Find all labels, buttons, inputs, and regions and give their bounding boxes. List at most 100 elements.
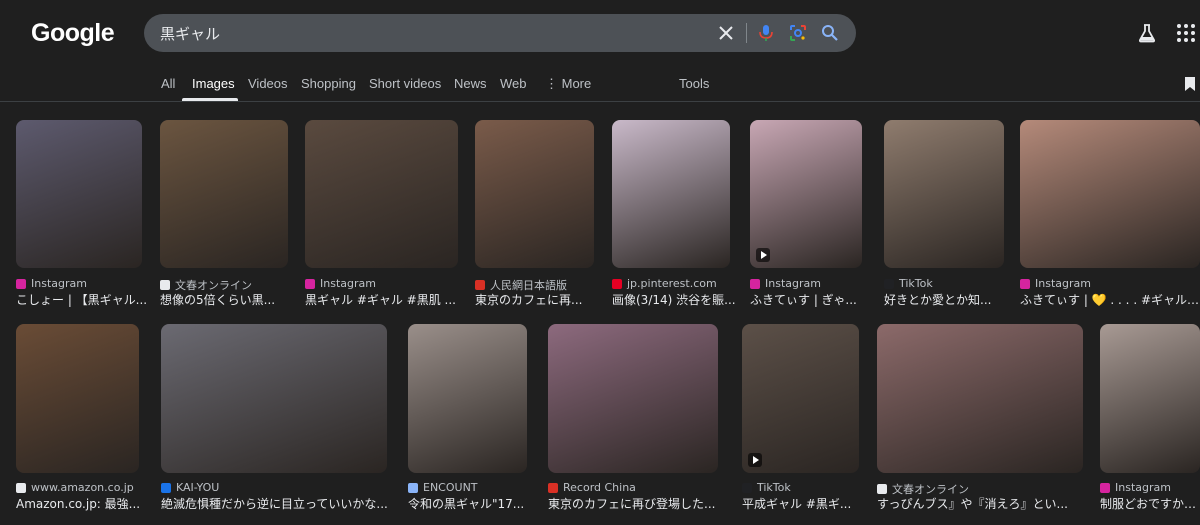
video-play-icon xyxy=(756,248,770,262)
result-thumbnail-image[interactable] xyxy=(877,324,1083,473)
result-source-label: Instagram xyxy=(1035,277,1091,290)
image-result-tile[interactable]: TikTok 好きとか愛とか知... xyxy=(884,120,1004,307)
image-result-tile[interactable]: jp.pinterest.com 画像(3/14) 渋谷を賑... xyxy=(612,120,736,307)
instagram-favicon xyxy=(16,278,26,289)
instagram-favicon xyxy=(1100,482,1110,493)
result-title[interactable]: 東京のカフェに再び登場した... xyxy=(548,495,726,512)
result-source[interactable]: Instagram xyxy=(1100,481,1200,494)
kai-you-favicon xyxy=(161,482,171,493)
result-source[interactable]: jp.pinterest.com xyxy=(612,277,730,290)
image-result-tile[interactable]: Instagram ふきてぃす | ぎゃ... xyxy=(750,120,862,307)
result-title[interactable]: 制服どおですか？... xyxy=(1100,495,1200,512)
lens-icon[interactable] xyxy=(788,23,808,43)
tab-videos[interactable]: Videos xyxy=(248,76,288,91)
image-result-tile[interactable]: Instagram こしょー | 【黒ギャル... xyxy=(16,120,147,307)
result-thumbnail-image[interactable] xyxy=(742,324,859,473)
search-divider xyxy=(746,23,747,43)
labs-icon[interactable] xyxy=(1136,22,1158,44)
result-title[interactable]: 平成ギャル #黒ギ... xyxy=(742,495,867,512)
search-box[interactable] xyxy=(144,14,856,52)
result-source[interactable]: TikTok xyxy=(884,277,1004,290)
google-logo[interactable]: Google xyxy=(31,19,115,48)
saved-bookmark-icon[interactable] xyxy=(1183,76,1197,92)
result-title[interactable]: 絶滅危惧種だから逆に目立っていいかな... xyxy=(161,495,395,512)
result-title[interactable]: 画像(3/14) 渋谷を賑... xyxy=(612,291,738,308)
tab-web[interactable]: Web xyxy=(500,76,527,91)
image-result-tile[interactable]: www.amazon.co.jp Amazon.co.jp: 最強... xyxy=(16,324,140,511)
mic-icon[interactable] xyxy=(756,23,776,43)
result-title[interactable]: 好きとか愛とか知... xyxy=(884,291,1012,308)
result-title[interactable]: こしょー | 【黒ギャル... xyxy=(16,291,150,308)
result-title[interactable]: ふきてぃす | 💛 . . . . #ギャル#黒ギャ xyxy=(1020,291,1200,308)
active-tab-indicator xyxy=(182,98,238,101)
result-thumbnail-image[interactable] xyxy=(16,120,142,268)
image-result-tile[interactable]: 文春オンライン 想像の5倍くらい黒... xyxy=(160,120,288,307)
result-thumbnail-image[interactable] xyxy=(408,324,527,473)
result-source-label: Record China xyxy=(563,481,636,494)
result-source-label: Instagram xyxy=(1115,481,1171,494)
image-result-tile[interactable]: KAI-YOU 絶滅危惧種だから逆に目立っていいかな... xyxy=(161,324,388,511)
tiktok-favicon xyxy=(742,482,752,493)
result-title[interactable]: ふきてぃす | ぎゃ... xyxy=(750,291,870,308)
image-result-tile[interactable]: TikTok 平成ギャル #黒ギ... xyxy=(742,324,859,511)
result-thumbnail-image[interactable] xyxy=(475,120,594,268)
result-title[interactable]: 想像の5倍くらい黒... xyxy=(160,291,296,308)
result-thumbnail-image[interactable] xyxy=(305,120,458,268)
result-source-label: Instagram xyxy=(31,277,87,290)
result-source[interactable]: TikTok xyxy=(742,481,859,494)
result-thumbnail-image[interactable] xyxy=(612,120,730,268)
result-title[interactable]: 黒ギャル #ギャル #黒肌 ... xyxy=(305,291,466,308)
image-result-tile[interactable]: Instagramふきてぃす | 💛 . . . . #ギャル#黒ギャ xyxy=(1020,120,1200,307)
result-thumbnail-image[interactable] xyxy=(16,324,139,473)
result-source[interactable]: Instagram xyxy=(305,277,458,290)
result-thumbnail-image[interactable] xyxy=(884,120,1004,268)
result-source[interactable]: ENCOUNT xyxy=(408,481,527,494)
tab-news[interactable]: News xyxy=(454,76,487,91)
result-source-label: ENCOUNT xyxy=(423,481,478,494)
image-result-tile[interactable]: Record China 東京のカフェに再び登場した... xyxy=(548,324,718,511)
pinterest-favicon xyxy=(612,278,622,289)
result-title[interactable]: 東京のカフェに再... xyxy=(475,291,602,308)
tab-shopping[interactable]: Shopping xyxy=(301,76,356,91)
result-source-label: TikTok xyxy=(757,481,791,494)
result-thumbnail-image[interactable] xyxy=(161,324,387,473)
tab-more[interactable]: ⋮ More xyxy=(545,76,591,92)
image-result-tile[interactable]: Instagram 黒ギャル #ギャル #黒肌 ... xyxy=(305,120,458,307)
header: Google xyxy=(0,0,1200,66)
tab-images[interactable]: Images xyxy=(192,76,235,91)
result-source[interactable]: Instagram xyxy=(16,277,142,290)
result-source[interactable]: Instagram xyxy=(1020,277,1200,290)
result-source[interactable]: KAI-YOU xyxy=(161,481,387,494)
result-source[interactable]: www.amazon.co.jp xyxy=(16,481,139,494)
result-thumbnail-image[interactable] xyxy=(1100,324,1200,473)
result-title[interactable]: Amazon.co.jp: 最強... xyxy=(16,495,147,512)
tab-tools[interactable]: Tools xyxy=(679,76,709,91)
clear-icon[interactable] xyxy=(716,23,736,43)
tab-all[interactable]: All xyxy=(161,76,175,91)
image-result-tile[interactable]: 人民網日本語版 東京のカフェに再... xyxy=(475,120,594,307)
image-result-tile[interactable]: ENCOUNT 令和の黒ギャル"17... xyxy=(408,324,527,511)
image-result-tile[interactable]: Instagram 制服どおですか？... xyxy=(1100,324,1200,511)
result-source[interactable]: Instagram xyxy=(750,277,862,290)
result-source[interactable]: Record China xyxy=(548,481,718,494)
result-title[interactable]: すっぴんブス』や『消えろ』とい... xyxy=(877,495,1091,512)
search-icon[interactable] xyxy=(820,23,840,43)
result-thumbnail-image[interactable] xyxy=(548,324,718,473)
video-play-icon xyxy=(748,453,762,467)
result-thumbnail-image[interactable] xyxy=(1020,120,1200,268)
result-source-label: www.amazon.co.jp xyxy=(31,481,134,494)
instagram-favicon xyxy=(1020,278,1030,289)
bunshun-favicon xyxy=(877,484,887,494)
result-source-label: TikTok xyxy=(899,277,933,290)
record-china-favicon xyxy=(548,482,558,493)
result-thumbnail-image[interactable] xyxy=(750,120,862,268)
apps-icon[interactable] xyxy=(1175,22,1197,44)
search-tabs: All Images Videos Shopping Short videos … xyxy=(0,66,1200,102)
instagram-favicon xyxy=(750,278,760,289)
bunshun-favicon xyxy=(160,280,170,290)
result-thumbnail-image[interactable] xyxy=(160,120,288,268)
search-input[interactable] xyxy=(160,14,700,52)
image-result-tile[interactable]: 文春オンライン すっぴんブス』や『消えろ』とい... xyxy=(877,324,1083,511)
tab-short-videos[interactable]: Short videos xyxy=(369,76,441,91)
result-title[interactable]: 令和の黒ギャル"17... xyxy=(408,495,535,512)
